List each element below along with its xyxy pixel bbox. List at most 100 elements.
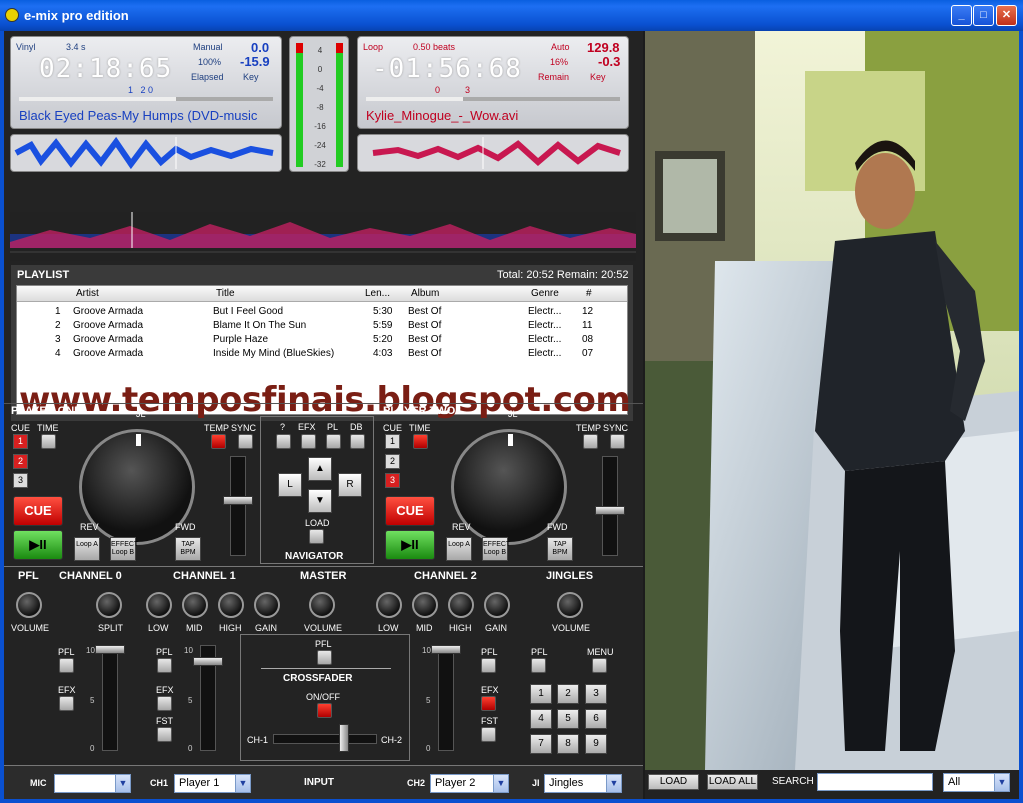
crossfader-handle[interactable] xyxy=(339,724,349,752)
ch2-high-knob[interactable] xyxy=(448,592,474,618)
table-row[interactable]: 1 Groove Armada But I Feel Good 5:30 Best Of… xyxy=(17,305,627,319)
table-row[interactable]: 3 Groove Armada Purple Haze 5:20 Best Of Elec… xyxy=(17,333,627,347)
ch2-mid-knob[interactable] xyxy=(412,592,438,618)
deck2-time[interactable]: -01:56:68 xyxy=(372,54,522,84)
deck1-time[interactable]: 02:18:65 xyxy=(39,54,172,84)
col-length[interactable]: Len... xyxy=(365,288,390,299)
ch1-pfl-button[interactable] xyxy=(157,658,172,673)
player1-time-button[interactable] xyxy=(41,434,56,449)
jingles-menu-button[interactable] xyxy=(592,658,607,673)
player2-cue-1[interactable]: 1 xyxy=(385,434,400,449)
jingles-input-select[interactable]: Jingles ▼ xyxy=(544,774,622,793)
load-all-button[interactable]: LOAD ALL xyxy=(707,774,758,790)
ch1-fst-button[interactable] xyxy=(157,727,172,742)
ch1-gain-knob[interactable] xyxy=(254,592,280,618)
ch2-gain-knob[interactable] xyxy=(484,592,510,618)
ch2-fst-button[interactable] xyxy=(481,727,496,742)
player2-temp-button[interactable] xyxy=(583,434,598,449)
ch2-input-select[interactable]: Player 2 ▼ xyxy=(430,774,509,793)
load-button[interactable]: LOAD xyxy=(648,774,699,790)
jingle-1[interactable]: 1 xyxy=(530,684,552,704)
jingle-8[interactable]: 8 xyxy=(557,734,579,754)
table-row[interactable]: 2 Groove Armada Blame It On The Sun 5:59 Bes… xyxy=(17,319,627,333)
deck2-remain-label[interactable]: Remain xyxy=(538,72,569,82)
nav-pl-button[interactable] xyxy=(326,434,341,449)
col-artist[interactable]: Artist xyxy=(76,288,99,299)
deck1-pitch-mode[interactable]: Manual xyxy=(193,42,223,52)
maximize-button[interactable]: □ xyxy=(973,5,994,26)
jingle-3[interactable]: 3 xyxy=(585,684,607,704)
player1-temp-button[interactable] xyxy=(211,434,226,449)
jingle-7[interactable]: 7 xyxy=(530,734,552,754)
deck1-waveform[interactable] xyxy=(10,134,282,172)
player1-cue-3[interactable]: 3 xyxy=(13,473,28,488)
split-knob[interactable] xyxy=(96,592,122,618)
player2-loop-a-button[interactable]: Loop A xyxy=(446,537,472,561)
nav-right-button[interactable]: R xyxy=(338,473,362,497)
player1-tap-bpm-button[interactable]: TAP BPM xyxy=(175,537,201,561)
master-pfl-button[interactable] xyxy=(317,650,332,665)
player2-play-button[interactable]: ▶II xyxy=(385,530,435,560)
player2-sync-button[interactable] xyxy=(610,434,625,449)
nav-left-button[interactable]: L xyxy=(278,473,302,497)
jingle-6[interactable]: 6 xyxy=(585,709,607,729)
ch0-pfl-button[interactable] xyxy=(59,658,74,673)
ch1-input-select[interactable]: Player 1 ▼ xyxy=(174,774,251,793)
ch1-mid-knob[interactable] xyxy=(182,592,208,618)
ch2-efx-button[interactable] xyxy=(481,696,496,711)
ch1-fader[interactable] xyxy=(193,657,223,666)
col-album[interactable]: Album xyxy=(411,288,439,299)
jingle-4[interactable]: 4 xyxy=(530,709,552,729)
player2-cue-2[interactable]: 2 xyxy=(385,454,400,469)
nav-efx-button[interactable] xyxy=(301,434,316,449)
mic-select[interactable]: ▼ xyxy=(54,774,131,793)
player1-cue-1[interactable]: 1 xyxy=(13,434,28,449)
ch0-efx-button[interactable] xyxy=(59,696,74,711)
minimize-button[interactable]: _ xyxy=(951,5,972,26)
ch1-low-knob[interactable] xyxy=(146,592,172,618)
ch2-fader[interactable] xyxy=(431,645,461,654)
nav-db-button[interactable] xyxy=(350,434,365,449)
deck2-mode[interactable]: Loop xyxy=(363,42,383,52)
pfl-volume-knob[interactable] xyxy=(16,592,42,618)
player2-cue-3[interactable]: 3 xyxy=(385,473,400,488)
player1-effect-button[interactable]: EFFECT Loop B xyxy=(110,537,138,561)
search-input[interactable] xyxy=(817,773,933,791)
close-button[interactable]: ✕ xyxy=(996,5,1017,26)
player2-tap-bpm-button[interactable]: TAP BPM xyxy=(547,537,573,561)
jingle-5[interactable]: 5 xyxy=(557,709,579,729)
player2-pitch-slider[interactable] xyxy=(595,506,625,515)
ch0-fader[interactable] xyxy=(95,645,125,654)
col-number[interactable]: # xyxy=(586,288,592,299)
title-bar[interactable]: e-mix pro edition _ □ ✕ xyxy=(0,0,1023,31)
master-volume-knob[interactable] xyxy=(309,592,335,618)
deck1-elapsed-label[interactable]: Elapsed xyxy=(191,72,224,82)
track-overview[interactable] xyxy=(10,212,636,261)
jingle-9[interactable]: 9 xyxy=(585,734,607,754)
deck2-progress[interactable] xyxy=(366,97,620,101)
ch1-high-knob[interactable] xyxy=(218,592,244,618)
player1-play-button[interactable]: ▶II xyxy=(13,530,63,560)
table-row[interactable]: 4 Groove Armada Inside My Mind (BlueSkies)… xyxy=(17,347,627,361)
ch1-efx-button[interactable] xyxy=(157,696,172,711)
col-title[interactable]: Title xyxy=(216,288,235,299)
player1-cue-2[interactable]: 2 xyxy=(13,454,28,469)
deck1-progress[interactable] xyxy=(19,97,273,101)
nav-load-button[interactable] xyxy=(309,529,324,544)
jingles-volume-knob[interactable] xyxy=(557,592,583,618)
deck2-pitch-mode[interactable]: Auto xyxy=(551,42,570,52)
player2-effect-button[interactable]: EFFECT Loop B xyxy=(482,537,510,561)
ch2-low-knob[interactable] xyxy=(376,592,402,618)
crossfader-onoff-button[interactable] xyxy=(317,703,332,718)
filter-select[interactable]: All ▼ xyxy=(943,773,1010,792)
jingles-pfl-button[interactable] xyxy=(531,658,546,673)
video-preview[interactable] xyxy=(645,31,1019,770)
jingle-2[interactable]: 2 xyxy=(557,684,579,704)
deck1-mode[interactable]: Vinyl xyxy=(16,42,35,52)
player1-loop-a-button[interactable]: Loop A xyxy=(74,537,100,561)
nav-up-button[interactable]: ▲ xyxy=(308,457,332,481)
player2-cue-button[interactable]: CUE xyxy=(385,496,435,526)
player2-time-button[interactable] xyxy=(413,434,428,449)
nav-down-button[interactable]: ▼ xyxy=(308,489,332,513)
player1-sync-button[interactable] xyxy=(238,434,253,449)
